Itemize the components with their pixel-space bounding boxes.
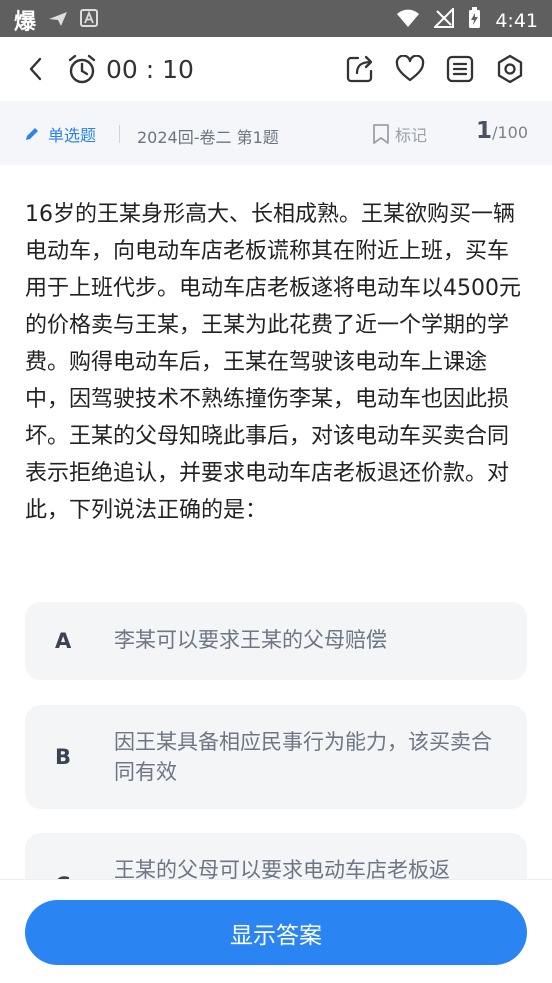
option-b[interactable]: B 因王某具备相应民事行为能力，该买卖合同有效 — [25, 705, 527, 809]
pencil-icon — [26, 128, 38, 140]
toolbar-actions — [344, 53, 526, 85]
battery-charging-icon — [468, 7, 481, 34]
timer-value: 00 : 10 — [106, 54, 194, 84]
option-a[interactable]: A 李某可以要求王某的父母赔偿 — [25, 602, 527, 680]
question-progress: 1/100 — [476, 118, 528, 144]
option-text: 因王某具备相应民事行为能力，该买卖合同有效 — [114, 730, 492, 784]
progress-current: 1 — [476, 118, 493, 144]
show-answer-button[interactable]: 显示答案 — [25, 900, 527, 965]
gear-icon — [497, 54, 523, 84]
settings-button[interactable] — [494, 53, 526, 85]
option-letter: A — [55, 629, 72, 653]
share-button[interactable] — [344, 53, 376, 85]
question-type-label: 单选题 — [48, 126, 97, 145]
font-app-icon — [80, 8, 99, 33]
question-text: 16岁的王某身形高大、长相成熟。王某欲购买一辆电动车，向电动车店老板谎称其在附近… — [25, 202, 521, 523]
progress-total: /100 — [492, 123, 528, 142]
no-signal-icon — [432, 6, 455, 33]
status-left: 爆 — [14, 4, 99, 36]
bookmark-icon — [373, 124, 389, 144]
back-button[interactable] — [20, 53, 50, 85]
option-letter: B — [55, 745, 72, 769]
mark-button[interactable]: 标记 — [371, 122, 427, 146]
status-right: 4:41 — [396, 6, 538, 34]
share-icon — [346, 55, 373, 83]
option-text: 李某可以要求王某的父母赔偿 — [114, 628, 387, 652]
heart-icon — [395, 55, 425, 82]
favorite-button[interactable] — [394, 53, 426, 85]
divider — [119, 125, 120, 143]
question-info-bar: 单选题 2024回-卷二 第1题 标记 1/100 — [0, 101, 552, 165]
list-icon — [446, 55, 474, 83]
bottom-panel: 显示答案 — [0, 879, 552, 983]
timer[interactable]: 00 : 10 — [66, 53, 194, 85]
wifi-icon — [396, 8, 420, 33]
alarm-clock-icon — [68, 54, 96, 84]
app-notification-char: 爆 — [14, 10, 37, 35]
top-toolbar: 00 : 10 — [0, 37, 552, 101]
answer-sheet-button[interactable] — [444, 53, 476, 85]
chevron-left-icon — [29, 57, 42, 81]
mark-label: 标记 — [395, 126, 428, 145]
status-bar: 爆 4:41 — [0, 0, 552, 37]
question-type: 单选题 — [24, 122, 96, 146]
status-time: 4:41 — [495, 9, 538, 32]
send-icon — [48, 8, 68, 33]
question-source: 2024回-卷二 第1题 — [137, 128, 279, 147]
